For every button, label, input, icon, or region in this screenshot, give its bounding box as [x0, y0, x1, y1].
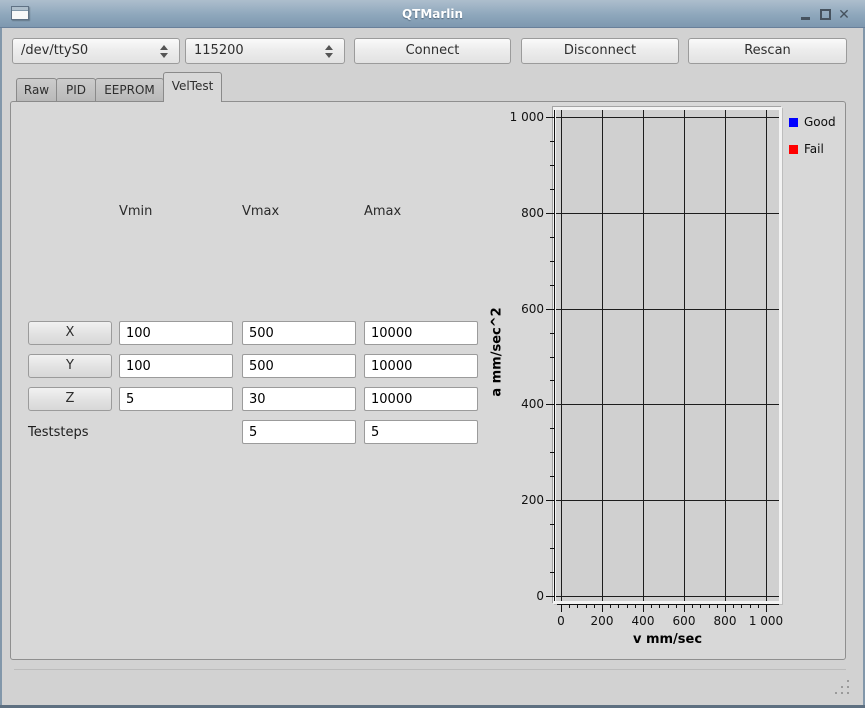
statusbar-separator — [14, 669, 846, 670]
window-border-left — [0, 28, 2, 708]
legend-swatch-good — [789, 118, 798, 127]
serial-port-value: /dev/ttyS0 — [21, 43, 88, 58]
resize-grip-icon[interactable] — [833, 678, 851, 696]
combobox-spinner[interactable] — [323, 39, 335, 63]
window-title: QTMarlin — [0, 0, 865, 28]
x-amax-input[interactable] — [364, 321, 478, 345]
down-arrow-icon — [325, 53, 333, 58]
axis-x-button[interactable]: X — [28, 321, 112, 345]
y-vmin-input[interactable] — [119, 354, 233, 378]
teststeps-vmax-input[interactable] — [242, 420, 356, 444]
baudrate-value: 115200 — [194, 43, 244, 58]
column-header-amax: Amax — [364, 204, 401, 220]
up-arrow-icon — [160, 45, 168, 50]
legend-label-good: Good — [804, 115, 836, 129]
minimize-button[interactable] — [799, 8, 813, 22]
up-arrow-icon — [325, 45, 333, 50]
title-bar[interactable]: QTMarlin ✕ — [0, 0, 865, 28]
column-header-vmax: Vmax — [242, 204, 279, 220]
x-vmin-input[interactable] — [119, 321, 233, 345]
plot-canvas — [553, 107, 782, 604]
axis-y-button[interactable]: Y — [28, 354, 112, 378]
tab-veltest[interactable]: VelTest — [163, 72, 222, 102]
x-axis-title: v mm/sec — [556, 632, 779, 647]
tab-eeprom[interactable]: EEPROM — [95, 78, 164, 102]
maximize-button[interactable] — [819, 8, 833, 22]
y-vmax-input[interactable] — [242, 354, 356, 378]
teststeps-label: Teststeps — [28, 425, 89, 440]
column-header-vmin: Vmin — [119, 204, 152, 220]
y-amax-input[interactable] — [364, 354, 478, 378]
qtmarlin-window: QTMarlin ✕ /dev/ttyS0 115200 Connect Dis… — [0, 0, 865, 708]
legend-entry-fail: Fail — [789, 142, 824, 156]
z-vmin-input[interactable] — [119, 387, 233, 411]
legend-swatch-fail — [789, 145, 798, 154]
combobox-spinner[interactable] — [158, 39, 170, 63]
z-amax-input[interactable] — [364, 387, 478, 411]
legend-entry-good: Good — [789, 115, 836, 129]
z-vmax-input[interactable] — [242, 387, 356, 411]
rescan-button[interactable]: Rescan — [688, 38, 847, 64]
maximize-icon — [820, 9, 831, 20]
down-arrow-icon — [160, 53, 168, 58]
legend-label-fail: Fail — [804, 142, 824, 156]
close-icon: ✕ — [838, 7, 850, 23]
y-axis-title: a mm/sec^2 — [490, 307, 505, 396]
minimize-icon — [801, 17, 810, 20]
disconnect-button[interactable]: Disconnect — [521, 38, 679, 64]
baudrate-combobox[interactable]: 115200 — [185, 38, 345, 64]
serial-port-combobox[interactable]: /dev/ttyS0 — [12, 38, 180, 64]
x-vmax-input[interactable] — [242, 321, 356, 345]
close-button[interactable]: ✕ — [837, 8, 851, 22]
teststeps-amax-input[interactable] — [364, 420, 478, 444]
connect-button[interactable]: Connect — [354, 38, 511, 64]
tab-raw[interactable]: Raw — [16, 78, 57, 102]
axis-z-button[interactable]: Z — [28, 387, 112, 411]
tab-pid[interactable]: PID — [56, 78, 96, 102]
